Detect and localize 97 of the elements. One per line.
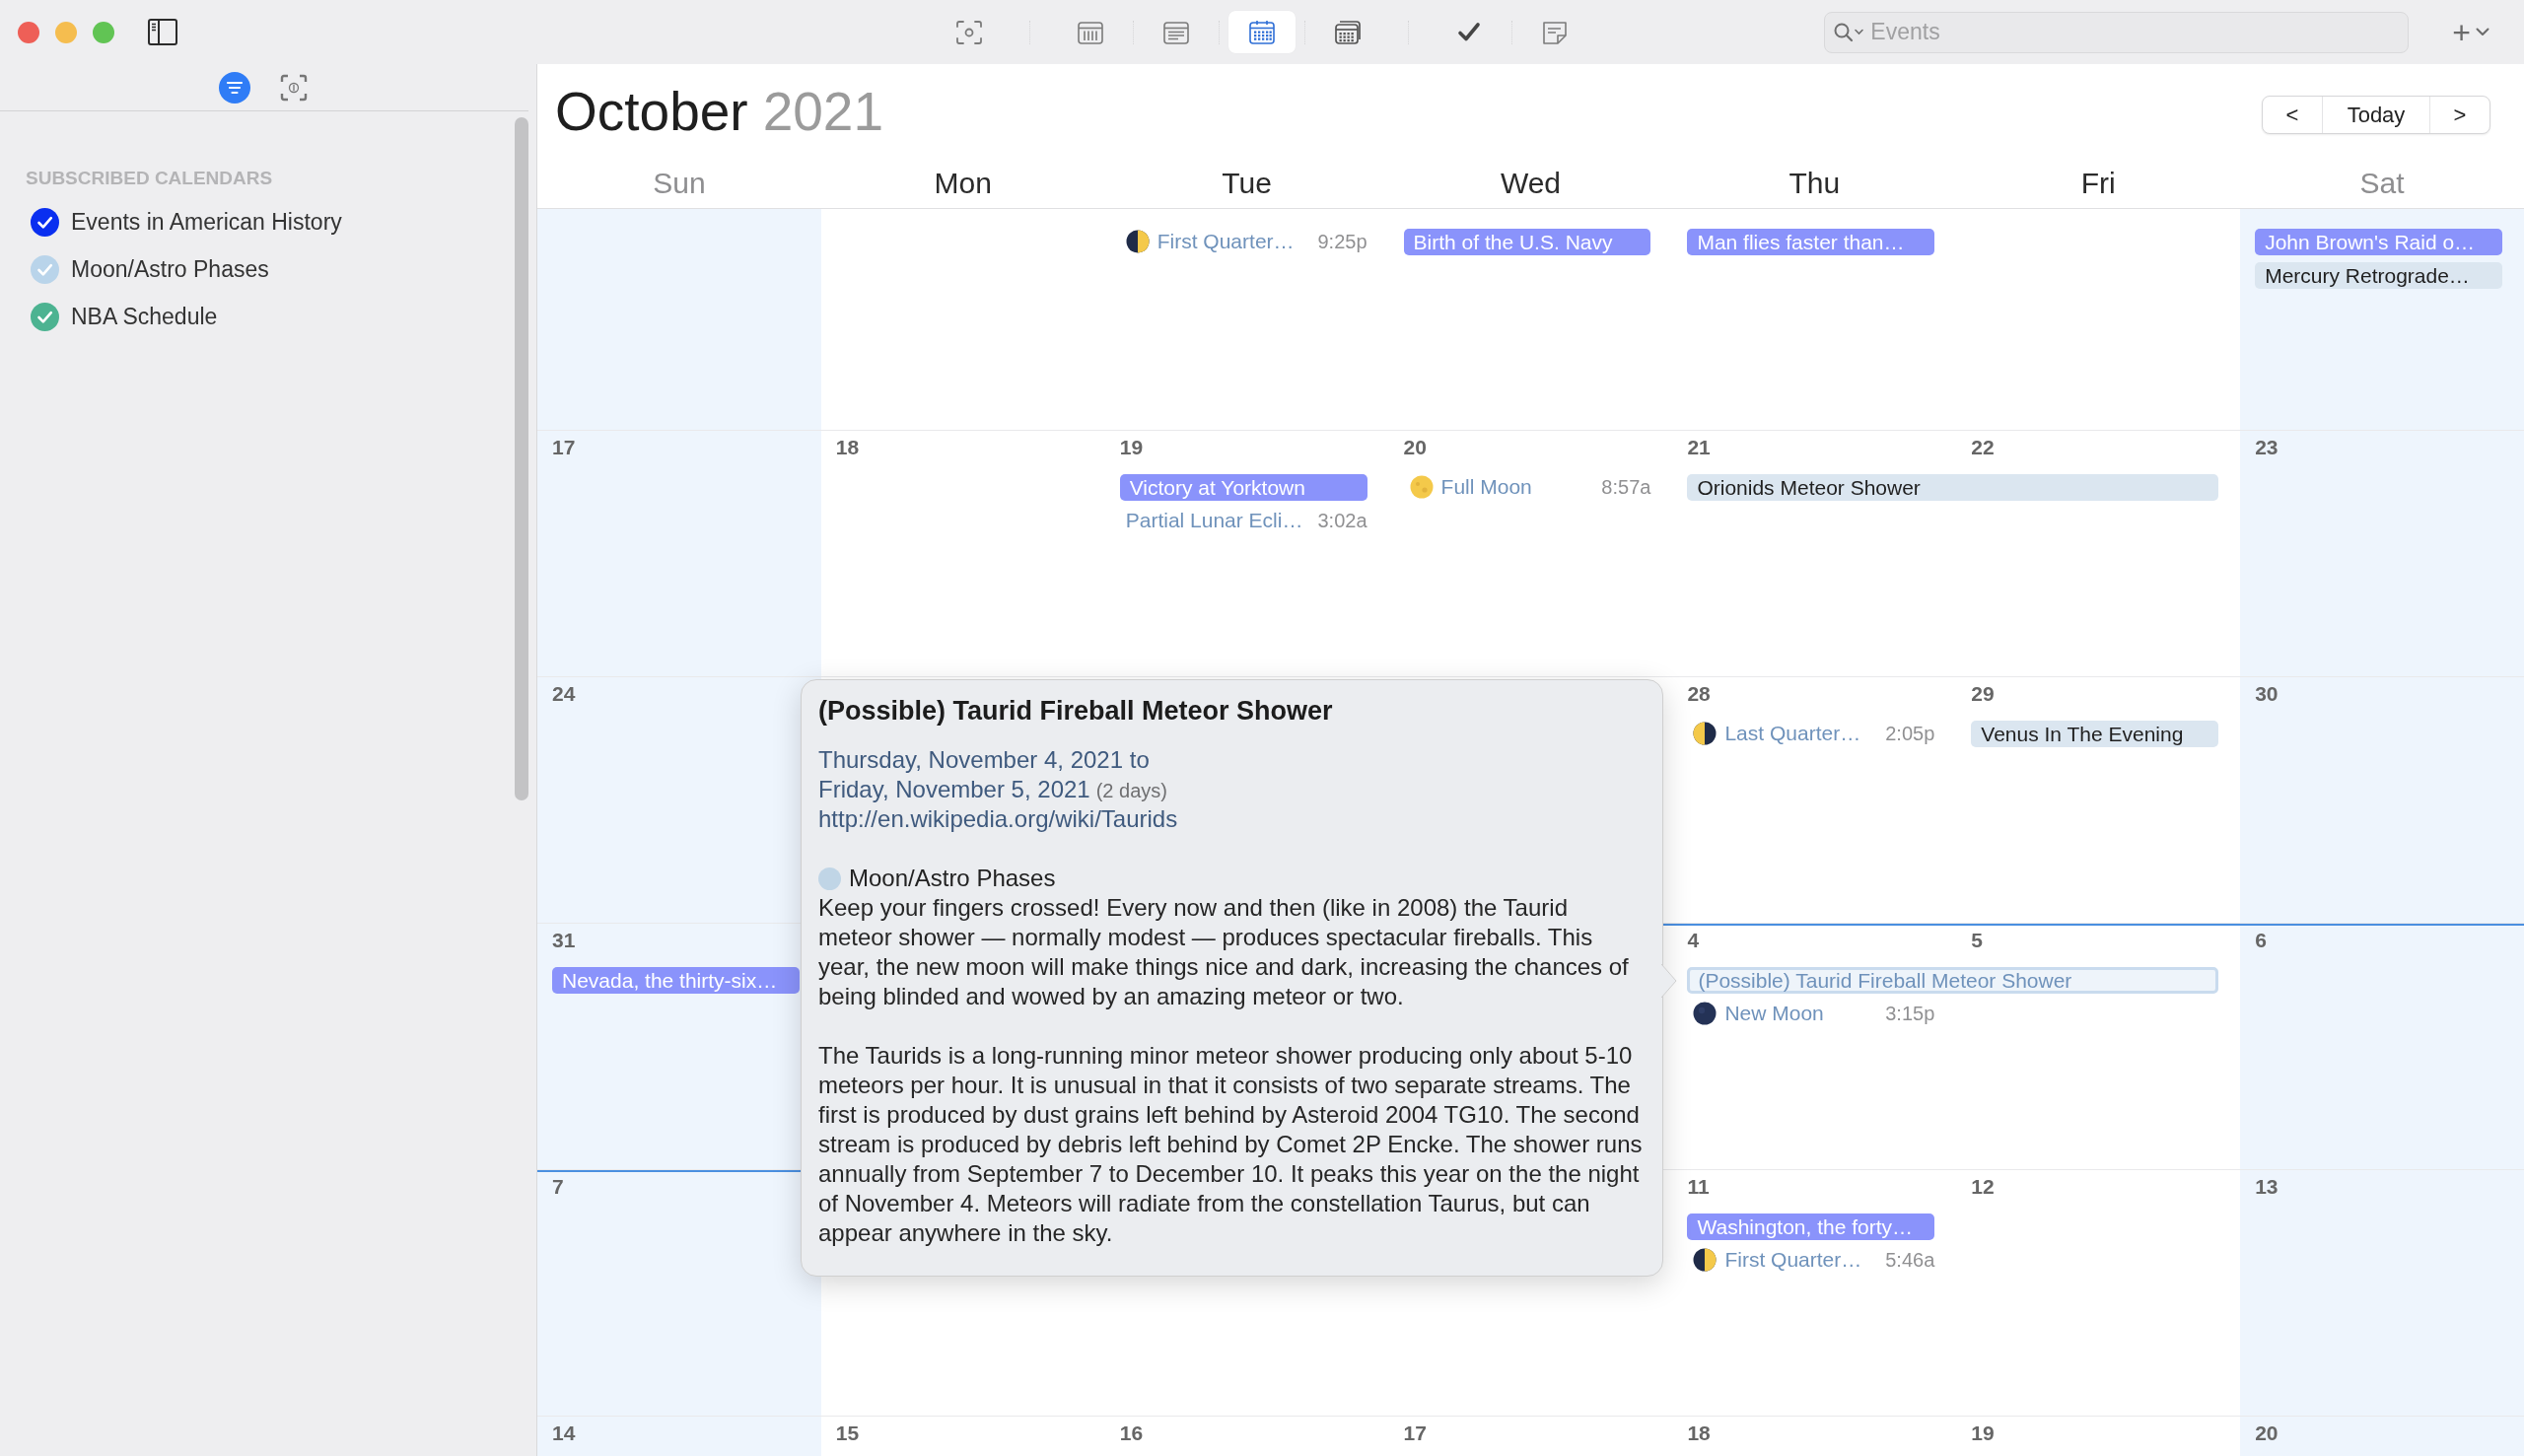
sidebar-tab[interactable] — [219, 71, 250, 104]
event-time: 2:05p — [1885, 722, 1935, 745]
next-button[interactable]: > — [2430, 97, 2489, 133]
sidebar-toggle-button[interactable] — [148, 19, 177, 45]
section-heading: SUBSCRIBED CALENDARS — [26, 168, 273, 189]
today-button[interactable]: Today — [2322, 97, 2430, 133]
day-number: 15 — [835, 1421, 860, 1446]
event-chip[interactable]: Man flies faster than… — [1687, 228, 1935, 255]
day-number: 18 — [835, 435, 860, 460]
month-title: October — [555, 79, 748, 143]
event-chip[interactable]: (Possible) Taurid Fireball Meteor Shower — [1687, 966, 2219, 994]
day-number: 21 — [1687, 435, 1711, 460]
half-moon-icon — [1693, 1248, 1718, 1272]
filter-icon — [219, 71, 250, 104]
event-title[interactable]: Last Quarter… — [1724, 722, 1861, 745]
weekday-label: Tue — [1222, 166, 1272, 200]
caret-icon — [2476, 28, 2489, 36]
calendar-name: Moon/Astro Phases — [71, 255, 269, 283]
end-date: Friday, November 5, 2021 — [818, 775, 1090, 804]
calendar-stack-icon — [1334, 19, 1362, 45]
toolbar-button[interactable] — [1228, 11, 1296, 53]
calendar-checkbox[interactable] — [31, 254, 59, 284]
duration-label: (2 days) — [1095, 780, 1167, 802]
calendar-checkbox[interactable] — [31, 207, 59, 237]
day-number: 17 — [1403, 1421, 1427, 1446]
weekday-label: Mon — [934, 166, 992, 200]
day-number: 4 — [1687, 928, 1700, 953]
event-chip[interactable]: Victory at Yorktown — [1119, 473, 1367, 501]
year-title: 2021 — [762, 79, 883, 143]
note-icon — [1541, 19, 1569, 45]
day-number: 7 — [552, 1174, 564, 1200]
weekday-label: Wed — [1500, 166, 1562, 200]
day-number: 30 — [2255, 681, 2279, 707]
half-moon-icon — [1693, 722, 1718, 745]
event-chip[interactable]: Orionids Meteor Shower — [1687, 473, 2219, 501]
event-title[interactable]: New Moon — [1724, 1002, 1824, 1025]
full-moon-icon — [1409, 475, 1434, 499]
event-description: Keep your fingers crossed! Every now and then (like in 2008) the Taurid meteor shower — normally modest — produces spectacular fireballs. This year, the new moon will make things nice and dark, increasing the chances of being blinded and wowed by an amazing meteor or two. — [818, 893, 1630, 1011]
day-number: 6 — [2255, 928, 2267, 953]
event-title[interactable]: First Quarter… — [1157, 230, 1295, 253]
calendar-name: Events in American History — [71, 208, 342, 236]
calendar-name: NBA Schedule — [71, 303, 218, 330]
day-number: 19 — [1971, 1421, 1995, 1446]
event-title[interactable]: Full Moon — [1440, 475, 1532, 499]
day-number: 11 — [1687, 1174, 1710, 1200]
event-time: 3:02a — [1317, 509, 1367, 532]
day-number: 24 — [552, 681, 576, 707]
day-number: 13 — [2255, 1174, 2279, 1200]
half-moon-icon — [1125, 230, 1150, 253]
search-field[interactable]: Events — [1824, 11, 2410, 53]
day-number: 20 — [1403, 435, 1427, 460]
event-time: 3:15p — [1885, 1002, 1935, 1025]
day-number: 5 — [1971, 928, 1983, 953]
day-number: 31 — [552, 928, 576, 953]
calendar-checkbox[interactable] — [31, 302, 59, 331]
day-number: 16 — [1119, 1421, 1144, 1446]
day-number: 18 — [1687, 1421, 1711, 1446]
day-number: 29 — [1971, 681, 1995, 707]
day-number: 22 — [1971, 435, 1995, 460]
event-chip[interactable]: Venus In The Evening — [1971, 720, 2219, 747]
day-number: 28 — [1687, 681, 1711, 707]
zoom-button[interactable] — [93, 21, 114, 43]
previous-button[interactable]: < — [2263, 97, 2322, 133]
start-date: Thursday, November 4, 2021 to — [818, 745, 1150, 775]
add-button[interactable]: + — [2452, 15, 2489, 49]
day-number: 14 — [552, 1421, 576, 1446]
popover-title: (Possible) Taurid Fireball Meteor Shower — [818, 695, 1334, 728]
weekday-label: Fri — [2080, 166, 2116, 200]
event-time: 9:25p — [1317, 230, 1367, 253]
day-number: 17 — [552, 435, 576, 460]
weekday-label: Sat — [2359, 166, 2405, 200]
calendar-columns-icon — [1077, 19, 1104, 45]
event-chip[interactable]: Mercury Retrograde… — [2255, 261, 2502, 289]
event-title[interactable]: First Quarter… — [1724, 1248, 1862, 1272]
new-moon-icon — [1693, 1002, 1718, 1025]
close-button[interactable] — [18, 21, 39, 43]
event-description: The Taurids is a long-running minor meteor shower producing only about 5-10 meteors per hour. It is unusual in that it consists of two separate streams. The first is produced by dust grains left behind by Asteroid 2004 TG10. The second stream is produced by debris left behind by Comet 2P Encke. The shower runs annually from September 7 to December 10. It peaks this year on the the night of November 4. Meteors will radiate from the constellation Taurus, but can appear anywhere in the sky. — [818, 1041, 1644, 1248]
day-number: 23 — [2255, 435, 2279, 460]
calendar-lines-icon — [1162, 19, 1190, 45]
calendar-label: Moon/Astro Phases — [849, 864, 1056, 893]
event-title[interactable]: Partial Lunar Ecli… — [1125, 509, 1303, 532]
event-chip[interactable]: John Brown's Raid o… — [2255, 228, 2502, 255]
event-time: 5:46a — [1885, 1248, 1935, 1272]
event-chip[interactable]: Nevada, the thirty-six… — [552, 966, 800, 994]
event-chip[interactable]: Washington, the forty… — [1687, 1213, 1935, 1240]
scroll-bar[interactable] — [515, 117, 528, 800]
event-link[interactable]: http://en.wikipedia.org/wiki/Taurids — [818, 804, 1178, 834]
viewfinder-icon — [955, 19, 983, 45]
weekday-label: Thu — [1788, 166, 1841, 200]
day-number: 12 — [1971, 1174, 1995, 1200]
calendar-grid-icon — [1248, 19, 1276, 45]
day-number: 19 — [1119, 435, 1144, 460]
event-chip[interactable]: Birth of the U.S. Navy — [1403, 228, 1651, 255]
weekday-label: Sun — [653, 166, 706, 200]
day-number: 20 — [2255, 1421, 2279, 1446]
event-time: 8:57a — [1601, 475, 1651, 499]
sidebar-icon — [148, 19, 177, 45]
